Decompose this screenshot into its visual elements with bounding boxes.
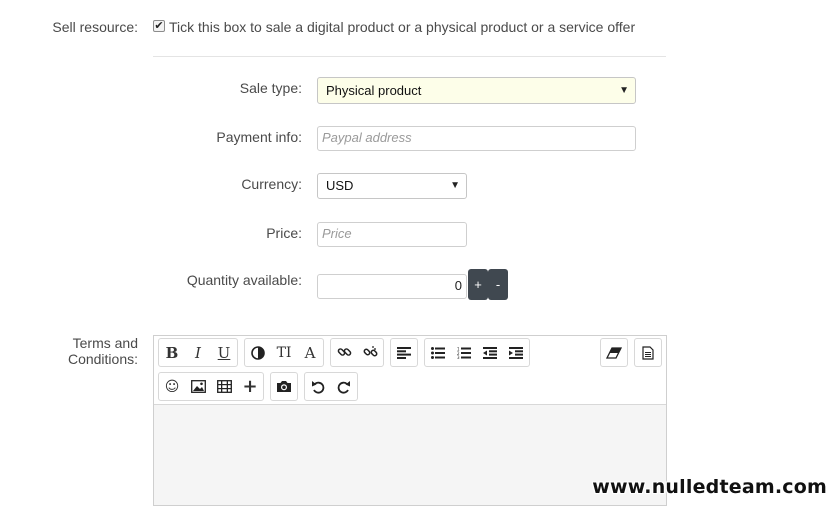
terms-label: Terms and Conditions: [67,335,138,367]
font-family-icon[interactable]: A [297,339,323,366]
price-label: Price: [266,225,302,241]
watermark: www.nulledteam.com [592,476,827,498]
sale-type-value: Physical product [326,83,422,98]
payment-info-input[interactable]: Paypal address [317,126,636,151]
list-group: 123 [424,338,530,367]
source-icon[interactable] [635,339,661,366]
media-icon[interactable] [211,373,237,400]
dropdown-caret-icon: ▼ [450,180,460,191]
text-color-icon[interactable] [245,339,271,366]
quantity-input[interactable]: 0 [317,274,467,299]
outdent-icon[interactable] [477,339,503,366]
quantity-increase-button[interactable]: + [468,269,488,300]
currency-label: Currency: [241,176,302,192]
section-divider [153,56,666,57]
editor-content-area[interactable] [154,406,666,505]
remove-format-icon[interactable] [601,339,627,366]
currency-select[interactable]: USD ▼ [317,173,467,199]
image-icon[interactable] [185,373,211,400]
terms-editor: B I U TI A 1 2 3 ☺ + [153,335,667,506]
redo-icon[interactable] [331,373,357,400]
price-input[interactable]: Price [317,222,467,247]
align-left-icon[interactable] [391,339,417,366]
quantity-label: Quantity available: [186,272,302,288]
sell-resource-checkbox-label: Tick this box to sale a digital product … [169,19,636,35]
align-group [390,338,418,367]
smiley-icon[interactable]: ☺ [159,373,185,400]
sell-resource-label: Sell resource: [52,19,138,35]
sell-resource-checkbox[interactable]: ✔ [153,20,165,32]
svg-text:3: 3 [457,355,460,359]
insert-icon[interactable]: + [237,373,263,400]
bold-icon[interactable]: B [159,339,185,366]
price-placeholder: Price [322,226,352,241]
sale-type-label: Sale type: [239,80,302,96]
font-group: TI A [244,338,324,367]
underline-icon[interactable]: U [211,339,237,366]
link-icon[interactable] [331,339,357,366]
insert-group: ☺ + [158,372,264,401]
source-group [634,338,662,367]
payment-info-placeholder: Paypal address [322,130,412,145]
sale-type-select[interactable]: Physical product ▼ [317,77,636,104]
undo-icon[interactable] [305,373,331,400]
editor-toolbar: B I U TI A 1 2 3 ☺ + [154,336,666,405]
format-group: B I U [158,338,238,367]
numbered-list-icon[interactable]: 123 [451,339,477,366]
history-group [304,372,358,401]
camera-group [270,372,298,401]
payment-info-label: Payment info: [216,129,302,145]
link-group [330,338,384,367]
indent-icon[interactable] [503,339,529,366]
unlink-icon[interactable] [357,339,383,366]
camera-icon[interactable] [271,373,297,400]
remove-format-group [600,338,628,367]
currency-value: USD [326,178,354,193]
dropdown-caret-icon: ▼ [619,85,629,96]
quantity-decrease-button[interactable]: - [488,269,508,300]
font-size-icon[interactable]: TI [271,339,297,366]
bullet-list-icon[interactable] [425,339,451,366]
italic-icon[interactable]: I [185,339,211,366]
